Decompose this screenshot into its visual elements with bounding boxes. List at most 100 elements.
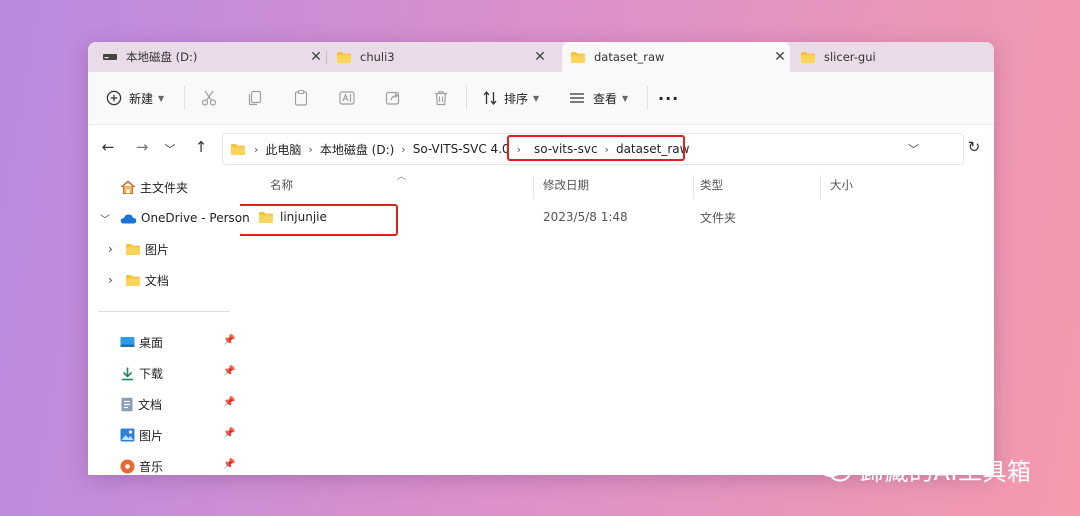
cut-button[interactable] xyxy=(200,85,218,111)
rename-button[interactable] xyxy=(338,85,356,111)
sidebar-item-label: 音乐 xyxy=(139,459,164,474)
sort-ascending-icon: ︿ xyxy=(397,172,407,182)
sidebar-item-documents[interactable]: 文档 xyxy=(120,393,162,415)
folder-icon xyxy=(570,51,586,64)
file-list: ︿ 名称 修改日期 类型 大小 linjunjie 2023/5/8 1:48 … xyxy=(240,171,994,475)
toolbar-separator xyxy=(184,86,185,110)
chevron-right-icon[interactable]: › xyxy=(108,242,113,256)
watermark: 歸藏的AI工具箱 xyxy=(818,452,1032,487)
breadcrumb-so-vits-svc-4[interactable]: So-VITS-SVC 4.0 xyxy=(413,142,510,156)
pin-icon[interactable]: 📌 xyxy=(223,335,235,346)
pin-icon[interactable]: 📌 xyxy=(223,428,235,439)
tab-separator xyxy=(326,51,327,64)
sidebar-item-label: 图片 xyxy=(144,242,169,257)
file-modified-cell: 2023/5/8 1:48 xyxy=(543,210,628,224)
chevron-down-icon: ▼ xyxy=(622,93,629,103)
address-dropdown-chevron-icon[interactable]: ﹀ xyxy=(908,141,919,157)
tab-dataset-raw[interactable]: dataset_raw ✕ xyxy=(562,42,790,72)
column-separator[interactable] xyxy=(693,175,694,199)
recent-locations-chevron-icon[interactable]: ﹀ xyxy=(160,141,180,157)
pin-icon[interactable]: 📌 xyxy=(223,397,235,408)
up-arrow-icon[interactable]: ↑ xyxy=(191,138,211,156)
sidebar-item-label: 桌面 xyxy=(139,335,164,350)
drive-icon xyxy=(102,52,118,62)
navigation-pane: 主文件夹 ﹀ OneDrive - Person › 图片 › 文档 桌面 📌 … xyxy=(88,171,250,475)
more-options-button[interactable]: ··· xyxy=(658,85,679,111)
folder-icon xyxy=(336,51,352,64)
more-icon: ··· xyxy=(658,88,680,108)
home-icon xyxy=(120,179,136,195)
sidebar-item-label: 下载 xyxy=(139,366,164,381)
rename-icon xyxy=(339,91,355,105)
pin-icon[interactable]: 📌 xyxy=(223,366,235,377)
chevron-down-icon: ▼ xyxy=(158,93,165,103)
tab-local-disk-d[interactable]: 本地磁盘 (D:) ✕ xyxy=(102,42,326,72)
sidebar-item-label: 图片 xyxy=(139,428,164,443)
chevron-down-icon: ▼ xyxy=(533,93,540,103)
folder-icon xyxy=(125,274,141,287)
desktop-icon xyxy=(120,336,135,349)
pin-icon[interactable]: 📌 xyxy=(223,459,235,470)
highlight-box-folder xyxy=(240,204,398,236)
delete-button[interactable] xyxy=(432,85,450,111)
tab-bar: 本地磁盘 (D:) ✕ chuli3 ✕ dataset_raw ✕ slice… xyxy=(88,42,994,72)
paste-button[interactable] xyxy=(292,85,310,111)
sidebar-item-label: 文档 xyxy=(138,397,163,412)
highlight-box-address xyxy=(507,135,685,161)
download-arrow-icon xyxy=(120,366,135,381)
close-icon[interactable]: ✕ xyxy=(770,49,790,65)
sidebar-item-onedrive-pictures[interactable]: › 图片 xyxy=(108,238,169,260)
sidebar-item-label: 主文件夹 xyxy=(140,180,189,195)
picture-icon xyxy=(120,428,135,442)
wechat-icon xyxy=(819,456,851,481)
column-header-modified[interactable]: 修改日期 xyxy=(543,171,589,199)
folder-icon xyxy=(125,243,141,256)
close-icon[interactable]: ✕ xyxy=(306,49,326,65)
chevron-down-icon[interactable]: ﹀ xyxy=(100,211,110,226)
paste-icon xyxy=(294,89,308,106)
breadcrumb-this-pc[interactable]: 此电脑 xyxy=(265,141,301,158)
column-header-size[interactable]: 大小 xyxy=(830,171,853,199)
navigation-bar: ← → ﹀ ↑ › 此电脑 › 本地磁盘 (D:) › So-VITS-SVC … xyxy=(88,125,994,171)
watermark-text: 歸藏的AI工具箱 xyxy=(860,458,1032,486)
copy-button[interactable] xyxy=(246,85,264,111)
sidebar-divider xyxy=(98,311,230,312)
file-explorer-window: 本地磁盘 (D:) ✕ chuli3 ✕ dataset_raw ✕ slice… xyxy=(88,42,994,475)
toolbar-separator xyxy=(466,86,467,110)
refresh-icon[interactable]: ↻ xyxy=(964,138,984,156)
sidebar-item-desktop[interactable]: 桌面 xyxy=(120,331,163,353)
back-arrow-icon[interactable]: ← xyxy=(98,138,118,156)
sort-button-label: 排序 xyxy=(504,91,529,106)
column-separator[interactable] xyxy=(533,175,534,199)
sidebar-item-label: 文档 xyxy=(144,273,169,288)
new-button[interactable]: 新建 ▼ xyxy=(106,85,164,111)
sidebar-item-downloads[interactable]: 下载 xyxy=(120,362,163,384)
tab-slicer-gui[interactable]: slicer-gui xyxy=(800,42,980,72)
sidebar-item-onedrive[interactable]: ﹀ OneDrive - Person xyxy=(100,207,250,229)
plus-circle-icon xyxy=(106,90,122,106)
tab-chuli3[interactable]: chuli3 ✕ xyxy=(336,42,550,72)
sidebar-item-music[interactable]: 音乐 xyxy=(120,455,163,475)
sidebar-item-label: OneDrive - Person xyxy=(141,211,250,225)
column-header-name[interactable]: 名称 xyxy=(270,171,293,199)
music-icon xyxy=(120,459,135,474)
cut-icon xyxy=(201,90,217,106)
sidebar-item-pictures[interactable]: 图片 xyxy=(120,424,163,446)
tab-label: chuli3 xyxy=(360,50,395,64)
sidebar-item-onedrive-documents[interactable]: › 文档 xyxy=(108,269,169,291)
sort-button[interactable]: 排序 ▼ xyxy=(482,85,539,111)
breadcrumb-local-disk[interactable]: 本地磁盘 (D:) xyxy=(320,141,394,158)
tab-label: 本地磁盘 (D:) xyxy=(126,50,198,64)
column-separator[interactable] xyxy=(820,175,821,199)
view-button[interactable]: 查看 ▼ xyxy=(568,85,628,111)
forward-arrow-icon[interactable]: → xyxy=(132,138,152,156)
view-list-icon xyxy=(570,93,584,103)
sidebar-item-home[interactable]: 主文件夹 xyxy=(120,176,188,198)
column-header-type[interactable]: 类型 xyxy=(700,171,723,199)
chevron-right-icon: › xyxy=(254,142,259,156)
delete-icon xyxy=(435,91,447,106)
toolbar-separator xyxy=(647,86,648,110)
share-button[interactable] xyxy=(384,85,402,111)
close-icon[interactable]: ✕ xyxy=(530,49,550,65)
chevron-right-icon[interactable]: › xyxy=(108,273,113,287)
